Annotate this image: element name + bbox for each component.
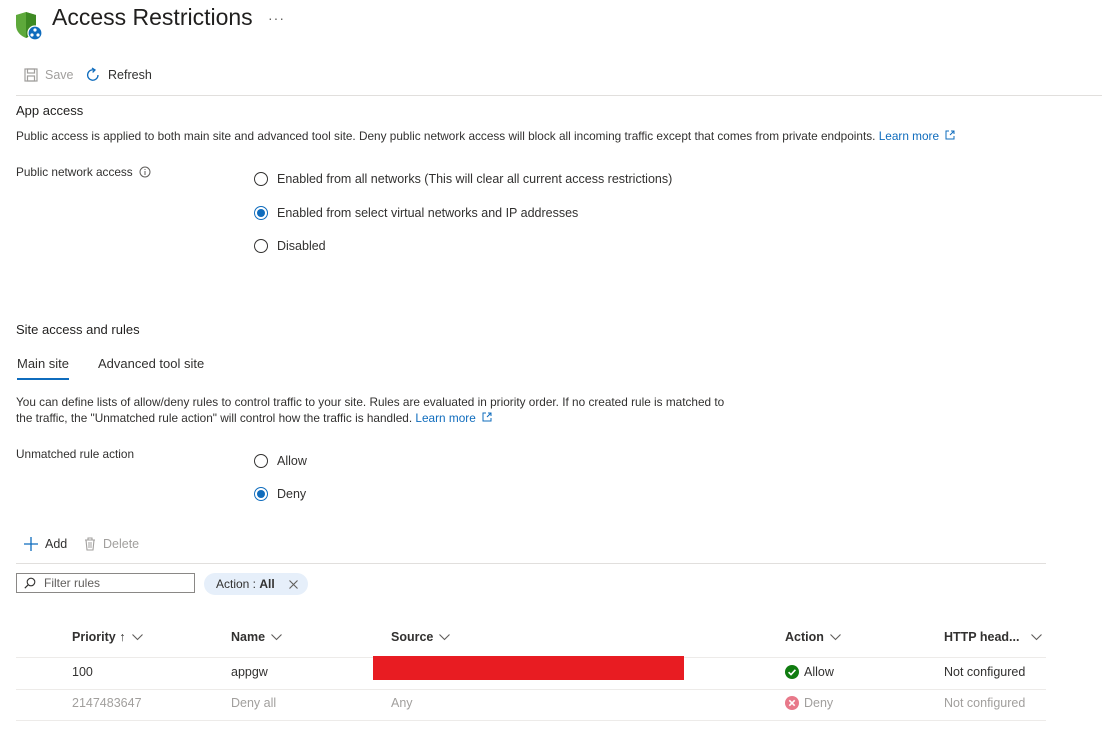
cell-action: Allow [785,665,834,679]
external-link-icon [945,130,955,140]
column-header-http-headers[interactable]: HTTP head... [944,630,1043,644]
unmatched-rule-action-label: Unmatched rule action [16,447,135,461]
site-access-description: You can define lists of allow/deny rules… [16,395,725,425]
toolbar-divider [16,95,1102,96]
cell-priority: 100 [72,665,93,679]
cell-http-headers: Not configured [944,665,1026,679]
cell-name: appgw [231,665,268,679]
chevron-down-icon [271,633,282,640]
radio-circle [254,206,268,220]
column-header-name[interactable]: Name [231,630,282,644]
filter-placeholder: Filter rules [44,576,101,590]
column-header-source[interactable]: Source [391,630,451,644]
radio-unmatched-deny[interactable]: Deny [254,487,306,501]
radio-enabled-all-networks[interactable]: Enabled from all networks (This will cle… [254,172,672,186]
add-label: Add [45,537,68,551]
page-title: Access Restrictions [52,4,253,30]
cell-name: Deny all [231,696,277,710]
redacted-source-block [373,656,684,680]
close-icon[interactable] [288,579,298,589]
more-options-button[interactable]: ··· [268,10,285,26]
search-icon [24,577,36,589]
refresh-icon [86,67,99,81]
site-access-learn-more-link[interactable]: Learn more [415,411,492,425]
cell-priority: 2147483647 [72,696,142,710]
radio-enabled-select-networks[interactable]: Enabled from select virtual networks and… [254,206,578,220]
column-header-action[interactable]: Action [785,630,841,644]
chevron-down-icon [439,633,451,640]
access-restrictions-shield-icon [16,12,43,41]
radio-disabled[interactable]: Disabled [254,239,326,253]
row-divider [16,720,1046,721]
row-divider [16,689,1046,690]
site-access-heading: Site access and rules [16,322,140,337]
app-access-learn-more-link[interactable]: Learn more [879,129,956,143]
radio-circle [254,487,268,501]
chevron-down-icon [1031,633,1043,640]
delete-label: Delete [103,537,140,551]
action-filter-pill[interactable]: Action : All [204,573,308,595]
save-label: Save [45,68,74,82]
tab-main-site[interactable]: Main site [17,356,70,380]
trash-icon [85,537,95,551]
cell-action: Deny [785,696,833,710]
cell-http-headers: Not configured [944,696,1026,710]
radio-circle [254,454,268,468]
check-circle-icon [785,665,799,679]
tab-advanced-tool-site[interactable]: Advanced tool site [98,356,204,371]
filter-rules-input[interactable]: Filter rules [16,573,195,593]
chevron-down-icon [131,633,143,640]
cell-source: Any [391,696,413,710]
refresh-button[interactable]: Refresh [85,67,152,83]
deny-circle-icon [785,696,799,710]
save-button[interactable]: Save [24,68,74,82]
save-icon [24,68,38,82]
rules-toolbar-divider [16,563,1046,564]
plus-icon [24,537,38,551]
app-access-heading: App access [16,103,84,118]
public-network-access-label: Public network access [16,164,151,180]
app-access-description: Public access is applied to both main si… [16,128,955,144]
radio-circle [254,172,268,186]
info-icon[interactable] [139,166,151,178]
delete-rule-button[interactable]: Delete [84,537,139,551]
external-link-icon [482,412,492,422]
radio-circle [254,239,268,253]
add-rule-button[interactable]: Add [24,537,67,551]
radio-unmatched-allow[interactable]: Allow [254,454,307,468]
column-header-priority[interactable]: Priority ↑ [72,630,143,644]
refresh-label: Refresh [108,68,152,82]
chevron-down-icon [830,633,841,640]
